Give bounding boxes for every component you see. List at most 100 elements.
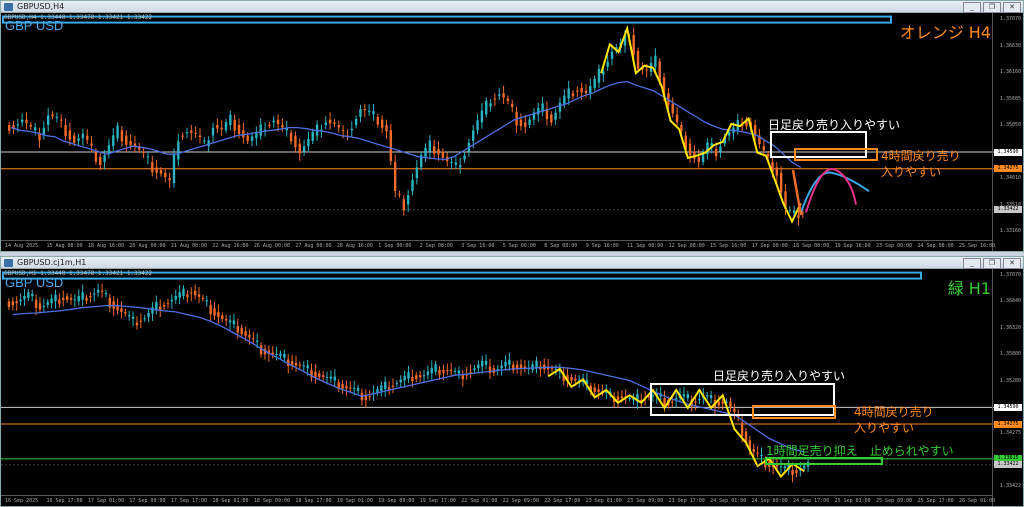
candle-body xyxy=(7,125,11,131)
candle-body xyxy=(636,50,640,69)
candle-body xyxy=(81,133,85,139)
candle-body xyxy=(688,143,692,156)
candle-body xyxy=(168,178,171,181)
candle-body xyxy=(403,375,406,381)
candle-body xyxy=(779,172,783,193)
restore-button[interactable]: ❐ xyxy=(983,258,1001,269)
candle-body xyxy=(155,301,158,311)
candle-body xyxy=(554,112,557,120)
time-tick-label: 8 Sep 08:00 xyxy=(544,243,578,249)
time-tick-label: 18 Sep 01:00 xyxy=(212,498,249,504)
candle-body xyxy=(311,131,314,141)
price-tick-label: 1.34010 xyxy=(999,175,1021,181)
time-tick-label: 3 Sep 16:00 xyxy=(461,243,495,249)
time-tick-label: 26 Sep 01:00 xyxy=(959,498,996,504)
candle-body xyxy=(515,364,519,369)
candle-body xyxy=(275,353,278,355)
candle-body xyxy=(424,147,427,157)
candle-body xyxy=(654,55,657,67)
h4-note-line2: 入りやすい xyxy=(854,421,915,435)
candle-body xyxy=(570,376,573,381)
time-tick-label: 25 Sep 01:00 xyxy=(834,498,871,504)
candle-body xyxy=(472,130,475,141)
candle-body xyxy=(276,119,280,125)
candle-body xyxy=(298,143,301,154)
candle-body xyxy=(283,353,286,358)
chart-window-h1[interactable]: GBPUSD.cj1m,H1 _ ❐ ✕ GBPUSD,H1 1.33448 1… xyxy=(0,256,1024,507)
candle-body xyxy=(446,369,449,371)
minimize-button[interactable]: _ xyxy=(963,2,981,13)
candle-body xyxy=(484,360,488,365)
candle-body xyxy=(432,146,436,154)
time-tick-label: 23 Sep 09:00 xyxy=(627,498,664,504)
candle-body xyxy=(242,130,245,138)
candle-body xyxy=(131,316,135,319)
candle-body xyxy=(65,296,69,300)
time-tick-label: 25 Sep 16:00 xyxy=(959,243,996,249)
minimize-button[interactable]: _ xyxy=(963,258,981,269)
time-axis[interactable]: 14 Aug 2025 15 Aug 08:00 18 Aug 16:00 20 Au… xyxy=(1,240,996,251)
candle-body xyxy=(186,294,189,298)
candle-body xyxy=(146,156,150,158)
candle-body xyxy=(112,135,115,147)
time-tick-label: 18 Aug 16:00 xyxy=(87,243,125,249)
candle-body xyxy=(64,125,67,137)
price-axis[interactable]: 1.37070 1.36840 1.36320 1.35800 1.35280 1.345… xyxy=(992,269,1023,506)
candle-body xyxy=(54,294,57,302)
restore-button[interactable]: ❐ xyxy=(983,2,1001,13)
candle-body xyxy=(384,381,387,390)
time-tick-label: 24 Sep 08:00 xyxy=(917,243,954,249)
candle-body xyxy=(795,470,798,474)
close-button[interactable]: ✕ xyxy=(1003,258,1021,269)
candle-body xyxy=(143,318,146,320)
candle-body xyxy=(477,364,480,369)
candle-body xyxy=(571,93,575,97)
candle-body xyxy=(438,369,441,375)
candle-body xyxy=(597,389,600,392)
candle-body xyxy=(531,364,534,370)
time-tick-label: 23 Sep 17:00 xyxy=(668,498,705,504)
candle-body xyxy=(407,372,410,379)
chart-window-h4[interactable]: GBPUSD,H4 _ ❐ ✕ GBPUSD,H4 1.33448 1.3347… xyxy=(0,0,1024,252)
close-button[interactable]: ✕ xyxy=(1003,2,1021,13)
candle-body xyxy=(94,151,98,162)
candle-body xyxy=(802,465,806,469)
candle-body xyxy=(174,295,177,300)
h4-resistance-box xyxy=(794,148,878,161)
candle-body xyxy=(182,288,185,297)
moving-average-line xyxy=(11,80,802,168)
candle-body xyxy=(766,154,770,157)
candle-body xyxy=(399,379,402,383)
candle-body xyxy=(20,119,24,123)
candle-body xyxy=(307,138,310,147)
title-bar[interactable]: GBPUSD,H4 _ ❐ ✕ xyxy=(1,1,1023,13)
app-icon xyxy=(4,3,13,11)
time-tick-label: 24 Sep 01:00 xyxy=(710,498,747,504)
time-tick-label: 16 Sep 2025 xyxy=(5,498,39,504)
h4-resistance-box xyxy=(752,405,836,419)
candle-body xyxy=(116,125,119,139)
time-tick-label: 1 Sep 00:00 xyxy=(378,243,412,249)
price-tick-label: 1.37070 xyxy=(999,16,1021,22)
candle-body xyxy=(155,167,158,173)
candle-body xyxy=(333,376,336,381)
candle-body xyxy=(233,119,236,131)
candle-body xyxy=(354,118,358,125)
candle-body xyxy=(485,100,488,115)
title-bar[interactable]: GBPUSD.cj1m,H1 _ ❐ ✕ xyxy=(1,257,1023,269)
candle-body xyxy=(473,368,476,370)
candle-body xyxy=(248,334,251,338)
price-tick-label: 1.36320 xyxy=(999,324,1021,331)
candle-body xyxy=(272,120,275,123)
candle-body xyxy=(90,143,93,146)
time-tick-label: 16 Sep 17:00 xyxy=(46,498,83,504)
time-tick-label: 14 Aug 2025 xyxy=(5,243,39,249)
time-axis[interactable]: 16 Sep 2025 16 Sep 17:00 17 Sep 01:00 17 Se… xyxy=(1,495,996,506)
candle-body xyxy=(96,289,100,293)
candle-body xyxy=(125,135,128,145)
candle-body xyxy=(406,195,410,205)
time-tick-label: 25 Sep 17:00 xyxy=(917,498,954,504)
candle-body xyxy=(16,124,20,126)
price-axis[interactable]: 1.37070 1.36630 1.36160 1.35605 1.35050 1.345… xyxy=(992,13,1023,251)
time-tick-label: 19 Sep 01:00 xyxy=(336,498,373,504)
